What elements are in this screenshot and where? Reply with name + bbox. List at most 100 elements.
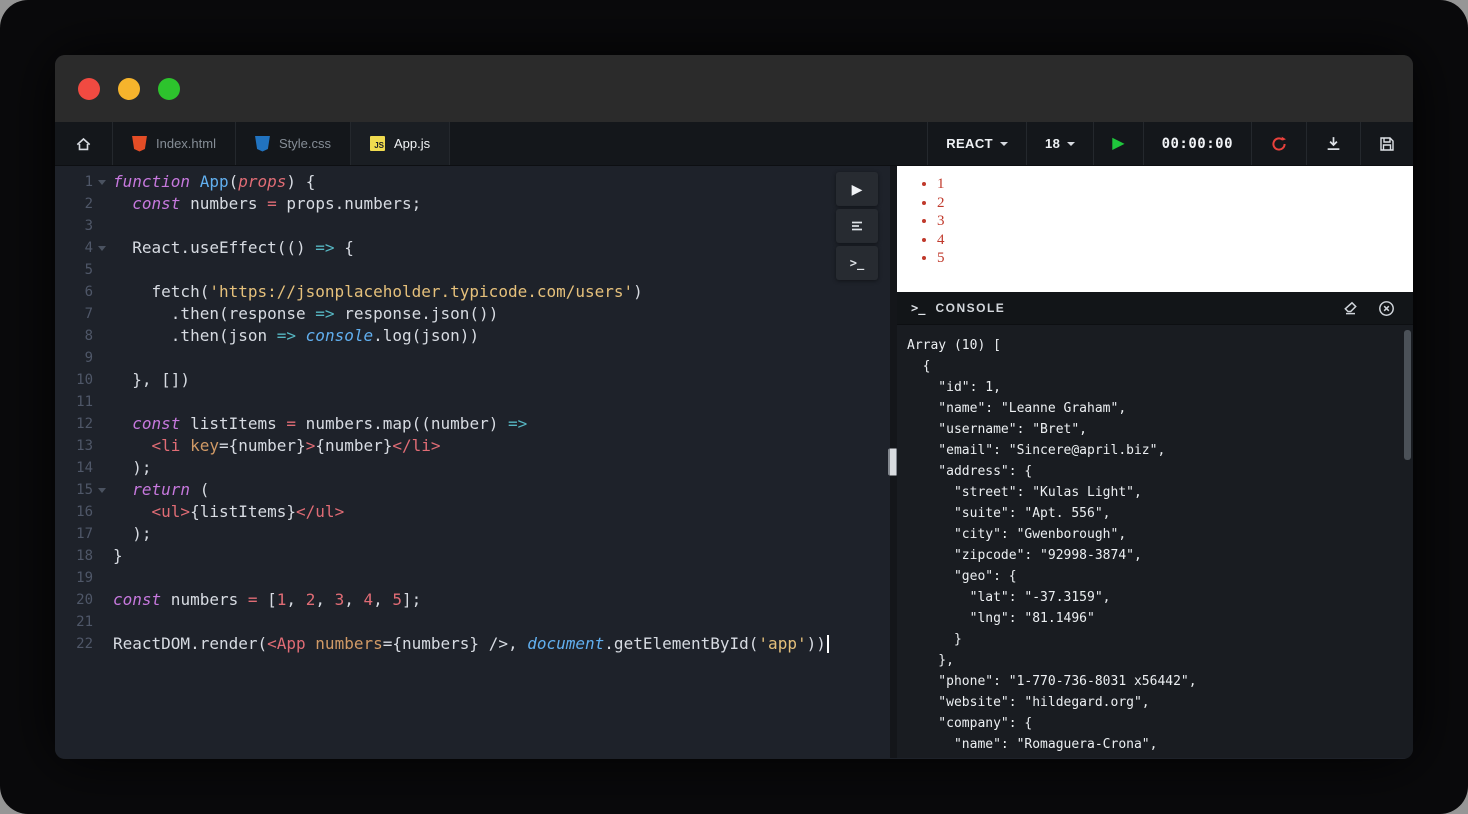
console-header: >_ CONSOLE xyxy=(897,292,1413,325)
console-line: "lng": "81.1496" xyxy=(907,608,1413,629)
fold-arrow-icon[interactable] xyxy=(93,488,111,493)
fold-arrow-icon[interactable] xyxy=(93,180,111,185)
preview-pane: 12345 xyxy=(897,166,1413,292)
download-button[interactable] xyxy=(1306,122,1360,165)
run-button[interactable]: ▶ xyxy=(1093,122,1142,165)
console-line: }, xyxy=(907,650,1413,671)
console-line: Array (10) [ xyxy=(907,335,1413,356)
line-number: 11 xyxy=(55,394,93,410)
line-number: 16 xyxy=(55,504,93,520)
clear-console-button[interactable] xyxy=(1337,295,1363,321)
terminal-prompt-icon: >_ xyxy=(911,301,925,315)
code-line-19 xyxy=(113,567,890,589)
download-icon xyxy=(1325,135,1342,152)
tab-style-css[interactable]: Style.css xyxy=(236,122,351,165)
timer-display: 00:00:00 xyxy=(1162,136,1233,152)
eraser-icon xyxy=(1342,300,1359,316)
console-scrollbar-thumb[interactable] xyxy=(1404,330,1411,460)
code-line-9 xyxy=(113,347,890,369)
console-line: "email": "Sincere@april.biz", xyxy=(907,440,1413,461)
preview-list: 12345 xyxy=(897,175,1413,268)
code-line-5 xyxy=(113,259,890,281)
close-console-button[interactable] xyxy=(1373,295,1399,321)
chevron-down-icon xyxy=(1067,142,1075,146)
version-select[interactable]: 18 xyxy=(1026,122,1093,165)
format-icon xyxy=(849,218,865,234)
version-label: 18 xyxy=(1045,136,1060,151)
gutter-row: 9 xyxy=(55,347,113,369)
play-icon: ▶ xyxy=(852,182,863,196)
framework-select[interactable]: REACT xyxy=(927,122,1026,165)
line-number: 19 xyxy=(55,570,93,586)
code-line-8: .then(json => console.log(json)) xyxy=(113,325,890,347)
restart-icon xyxy=(1270,135,1288,153)
gutter-row: 15 xyxy=(55,479,113,501)
code-line-17: ); xyxy=(113,523,890,545)
main-area: 12345678910111213141516171819202122 func… xyxy=(55,166,1413,758)
preview-list-item: 2 xyxy=(937,194,1413,213)
code-line-22: ReactDOM.render(<App numbers={numbers} /… xyxy=(113,633,890,655)
code-line-14: ); xyxy=(113,457,890,479)
code-editor[interactable]: 12345678910111213141516171819202122 func… xyxy=(55,166,890,758)
console-title: CONSOLE xyxy=(935,301,1005,315)
timer-cell: 00:00:00 xyxy=(1143,122,1251,165)
console-line: "geo": { xyxy=(907,566,1413,587)
gutter-row: 22 xyxy=(55,633,113,655)
framework-label: REACT xyxy=(946,136,993,151)
toggle-console-button[interactable]: >_ xyxy=(836,246,878,280)
code-line-3 xyxy=(113,215,890,237)
console-panel: >_ CONSOLE xyxy=(897,292,1413,758)
code-line-6: fetch('https://jsonplaceholder.typicode.… xyxy=(113,281,890,303)
line-number: 13 xyxy=(55,438,93,454)
preview-list-item: 5 xyxy=(937,249,1413,268)
gutter-row: 7 xyxy=(55,303,113,325)
code-line-12: const listItems = numbers.map((number) =… xyxy=(113,413,890,435)
line-number: 21 xyxy=(55,614,93,630)
code-content: function App(props) { const numbers = pr… xyxy=(113,171,890,758)
run-code-button[interactable]: ▶ xyxy=(836,172,878,206)
code-line-21 xyxy=(113,611,890,633)
tab-index-html[interactable]: Index.html xyxy=(113,122,236,165)
code-line-11 xyxy=(113,391,890,413)
toolbar: Index.html Style.cssJSApp.js REACT 18 ▶ 0… xyxy=(55,122,1413,166)
gutter-row: 5 xyxy=(55,259,113,281)
gutter-row: 21 xyxy=(55,611,113,633)
gutter-row: 4 xyxy=(55,237,113,259)
line-number: 14 xyxy=(55,460,93,476)
console-line: "street": "Kulas Light", xyxy=(907,482,1413,503)
gutter-row: 11 xyxy=(55,391,113,413)
gutter-row: 8 xyxy=(55,325,113,347)
chevron-down-icon xyxy=(1000,142,1008,146)
terminal-prompt-icon: >_ xyxy=(850,256,864,270)
fold-arrow-icon[interactable] xyxy=(93,246,111,251)
minimize-window-button[interactable] xyxy=(118,78,140,100)
preview-list-item: 4 xyxy=(937,231,1413,250)
home-button[interactable] xyxy=(55,122,113,165)
console-line: "phone": "1-770-736-8031 x56442", xyxy=(907,671,1413,692)
window-titlebar[interactable] xyxy=(55,55,1413,122)
gutter-row: 6 xyxy=(55,281,113,303)
tab-app-js[interactable]: JSApp.js xyxy=(351,122,450,165)
desktop-background: Index.html Style.cssJSApp.js REACT 18 ▶ 0… xyxy=(0,0,1468,814)
gutter-row: 18 xyxy=(55,545,113,567)
right-panel: 12345 >_ CONSOLE xyxy=(897,166,1413,758)
line-number: 22 xyxy=(55,636,93,652)
close-window-button[interactable] xyxy=(78,78,100,100)
format-code-button[interactable] xyxy=(836,209,878,243)
auto-restart-button[interactable] xyxy=(1251,122,1306,165)
console-line: } xyxy=(907,629,1413,650)
close-circle-icon xyxy=(1378,300,1395,317)
tab-strip: Index.html Style.cssJSApp.js xyxy=(113,122,450,165)
console-line: "address": { xyxy=(907,461,1413,482)
tab-label: Index.html xyxy=(156,136,216,151)
code-line-15: return ( xyxy=(113,479,890,501)
gutter-row: 13 xyxy=(55,435,113,457)
console-line: "lat": "-37.3159", xyxy=(907,587,1413,608)
code-line-10: }, []) xyxy=(113,369,890,391)
pane-resize-handle[interactable] xyxy=(890,166,897,758)
save-button[interactable] xyxy=(1360,122,1413,165)
gutter-row: 17 xyxy=(55,523,113,545)
maximize-window-button[interactable] xyxy=(158,78,180,100)
line-number: 8 xyxy=(55,328,93,344)
play-icon: ▶ xyxy=(1112,136,1124,152)
